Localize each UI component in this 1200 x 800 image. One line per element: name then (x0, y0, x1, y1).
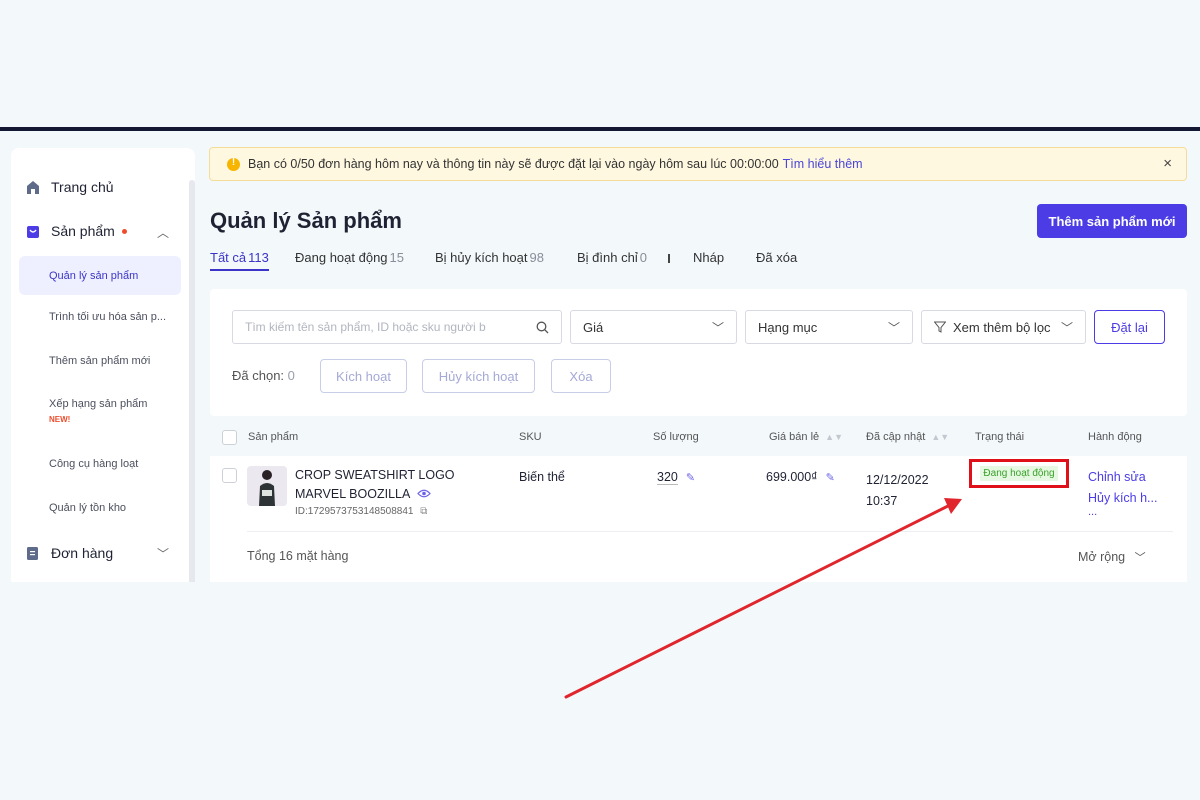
annotation-arrow (564, 498, 962, 699)
